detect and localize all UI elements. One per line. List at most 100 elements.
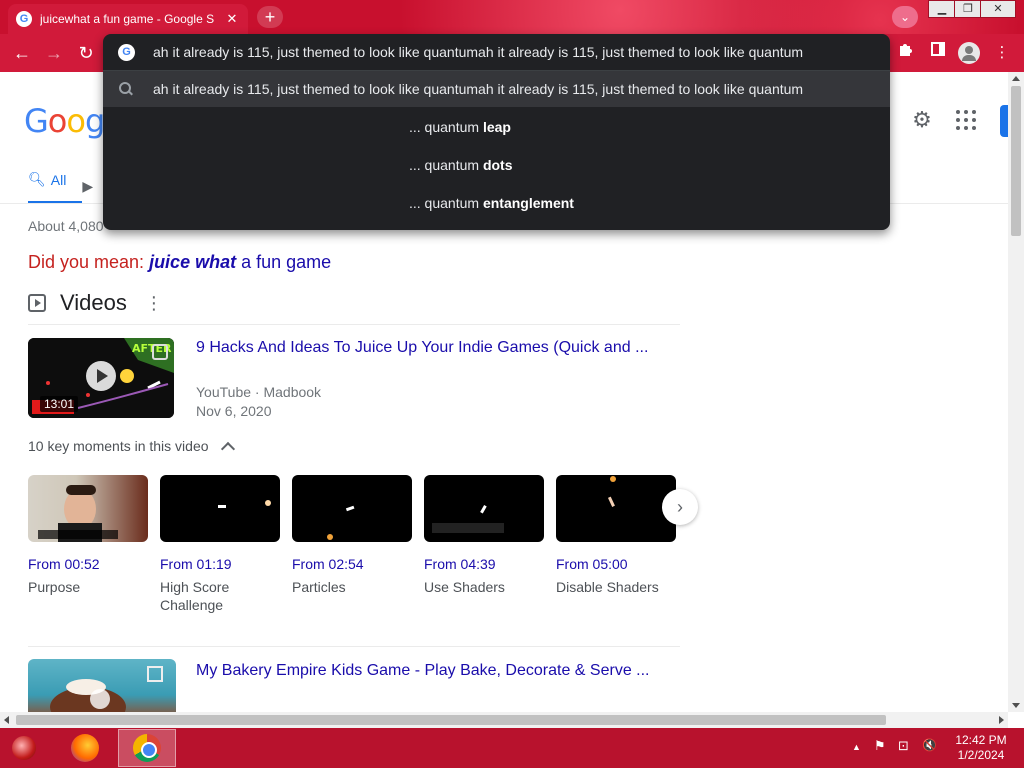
google-logo[interactable]: Googl (24, 102, 113, 140)
tab-close-icon[interactable]: ✕ (224, 11, 240, 27)
moment-thumbnail[interactable] (556, 475, 676, 542)
reload-button[interactable]: ↻ (74, 41, 98, 65)
chevron-up-icon (220, 441, 235, 457)
key-moment-item[interactable]: From 01:19 High Score Challenge (160, 475, 280, 614)
video-title-link[interactable]: My Bakery Empire Kids Game - Play Bake, … (196, 662, 650, 680)
moment-thumbnail[interactable] (292, 475, 412, 542)
key-moment-item[interactable]: From 00:52 Purpose (28, 475, 148, 596)
chrome-menu-icon[interactable]: ⋮ (990, 41, 1014, 65)
moment-timestamp[interactable]: From 00:52 (28, 556, 148, 572)
suggestion-text: ... quantum dots (409, 157, 513, 173)
moment-label: Particles (292, 579, 346, 595)
suggestion-text: ah it already is 115, just themed to loo… (153, 81, 804, 97)
key-moment-item[interactable]: From 04:39 Use Shaders (424, 475, 544, 596)
forward-button[interactable]: → (42, 41, 66, 65)
play-icon[interactable] (86, 361, 116, 391)
video-title-link[interactable]: 9 Hacks And Ideas To Juice Up Your Indie… (196, 339, 648, 357)
new-tab-button[interactable]: + (257, 6, 283, 28)
scroll-up-icon[interactable] (1012, 76, 1020, 81)
chrome-taskbar-button[interactable] (118, 729, 176, 767)
key-moments-toggle[interactable]: 10 key moments in this video (28, 438, 235, 457)
profile-avatar-icon[interactable] (958, 42, 980, 64)
scrollbar-thumb[interactable] (16, 715, 886, 725)
moment-label: Disable Shaders (556, 579, 659, 595)
video-duration: 13:01 (40, 396, 79, 412)
omnibox-input[interactable]: ah it already is 115, just themed to loo… (153, 44, 803, 60)
moment-thumbnail[interactable] (160, 475, 280, 542)
omnibox-suggestion-selected[interactable]: ah it already is 115, just themed to loo… (103, 71, 890, 107)
search-icon (119, 82, 133, 96)
restore-button[interactable]: ❐ (954, 0, 982, 18)
puzzle-icon[interactable] (894, 41, 918, 65)
suggestion-text: ... quantum leap (409, 119, 511, 135)
settings-gear-icon[interactable]: ⚙ (910, 108, 934, 132)
moment-thumbnail[interactable] (424, 475, 544, 542)
moment-label: Use Shaders (424, 579, 505, 595)
sign-in-button[interactable] (1000, 105, 1008, 137)
videos-heading-label: Videos (60, 290, 127, 315)
sidepanel-icon[interactable] (926, 41, 950, 65)
moment-thumbnail[interactable] (28, 475, 148, 542)
divider (28, 324, 680, 325)
moment-timestamp[interactable]: From 05:00 (556, 556, 676, 572)
video-date: Nov 6, 2020 (196, 403, 272, 419)
did-you-mean: Did you mean: juice what a fun game (28, 252, 331, 273)
video-icon: ▶ (82, 177, 94, 194)
close-window-button[interactable]: ✕ (980, 0, 1016, 18)
google-apps-icon[interactable] (956, 110, 976, 130)
flag-icon[interactable]: ⚑ (874, 738, 886, 754)
video-thumbnail[interactable]: AFTER 13:01 (28, 338, 174, 418)
more-options-icon[interactable]: ⋮ (145, 293, 163, 314)
result-stats: About 4,080 (28, 218, 104, 234)
browser-tab[interactable]: G juicewhat a fun game - Google S ✕ (8, 4, 248, 34)
video-thumbnail[interactable] (28, 659, 176, 712)
tab-all-label: All (50, 171, 67, 188)
videos-heading: Videos ⋮ (28, 290, 163, 316)
did-you-mean-label: Did you mean: (28, 252, 150, 272)
tab-strip: G juicewhat a fun game - Google S ✕ + ⌄ … (0, 0, 1024, 34)
google-favicon-icon: G (16, 11, 32, 27)
scroll-down-icon[interactable] (1012, 703, 1020, 708)
start-button[interactable] (8, 732, 42, 764)
moment-timestamp[interactable]: From 04:39 (424, 556, 544, 572)
volume-muted-icon[interactable]: 🔇 (922, 738, 937, 752)
firefox-taskbar-button[interactable] (56, 729, 114, 767)
tab-search-button[interactable]: ⌄ (892, 6, 918, 28)
omnibox-suggestion[interactable]: ... quantum leap (103, 109, 890, 145)
expand-icon[interactable] (152, 344, 168, 360)
tab-all[interactable]: 🔍︎ All (28, 168, 83, 204)
moment-label: High Score Challenge (160, 579, 230, 613)
moment-label: Purpose (28, 579, 81, 595)
scrollbar-thumb[interactable] (1011, 86, 1021, 236)
scroll-right-icon[interactable] (999, 716, 1004, 724)
scroll-left-icon[interactable] (4, 716, 9, 724)
vertical-scrollbar[interactable] (1008, 72, 1024, 712)
minimize-button[interactable]: ▁ (928, 0, 956, 18)
taskbar-clock[interactable]: 12:42 PM 1/2/2024 (950, 733, 1012, 763)
google-icon: G (118, 43, 135, 61)
omnibox-suggestion[interactable]: ... quantum entanglement (103, 185, 890, 221)
next-moments-button[interactable]: › (662, 489, 698, 525)
omnibox-input-row[interactable]: G ah it already is 115, just themed to l… (103, 34, 890, 70)
moment-timestamp[interactable]: From 02:54 (292, 556, 412, 572)
video-section-icon (28, 294, 46, 312)
back-button[interactable]: ← (10, 41, 34, 65)
clock-date: 1/2/2024 (957, 748, 1005, 762)
moment-timestamp[interactable]: From 01:19 (160, 556, 280, 572)
clock-time: 12:42 PM (955, 733, 1007, 747)
suggestion-text: ... quantum entanglement (409, 195, 574, 211)
search-tabs: 🔍︎ All ▶ (28, 168, 114, 204)
video-source: YouTube · Madbook (196, 384, 322, 400)
did-you-mean-link[interactable]: juice what a fun game (149, 252, 331, 272)
horizontal-scrollbar[interactable] (0, 712, 1008, 728)
omnibox-suggestion[interactable]: ... quantum dots (103, 147, 890, 183)
search-icon: 🔍︎ (28, 171, 46, 187)
key-moment-item[interactable]: From 02:54 Particles (292, 475, 412, 596)
firefox-icon (71, 734, 99, 762)
key-moments-label: 10 key moments in this video (28, 438, 209, 454)
show-hidden-icons[interactable]: ▲ (852, 742, 861, 752)
key-moment-item[interactable]: From 05:00 Disable Shaders (556, 475, 676, 596)
tab-title: juicewhat a fun game - Google S (40, 12, 215, 26)
network-icon[interactable]: ⊡ (898, 738, 909, 754)
divider (28, 646, 680, 647)
